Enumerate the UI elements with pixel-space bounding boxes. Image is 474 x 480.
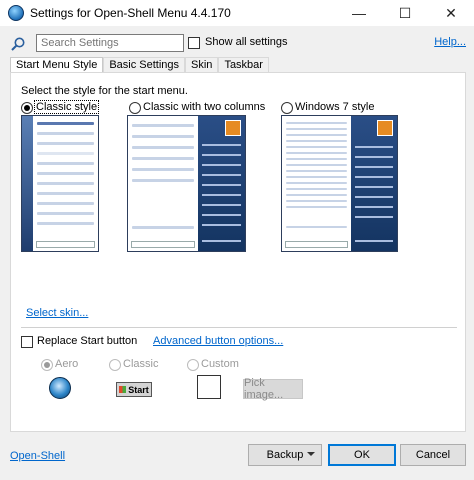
tab-bar: Start Menu Style Basic Settings Skin Tas… — [10, 57, 269, 74]
replace-start-label: Replace Start button — [37, 335, 138, 347]
replace-start-checkbox-box[interactable] — [21, 336, 33, 348]
classic-style-preview[interactable] — [21, 115, 99, 252]
aero-radio[interactable] — [41, 359, 53, 371]
classic-start-text: Start — [128, 384, 149, 395]
windows7-style-label[interactable]: Windows 7 style — [295, 101, 374, 113]
windows7-preview[interactable] — [281, 115, 398, 252]
style-prompt: Select the style for the start menu. — [21, 85, 188, 97]
advanced-button-options-link[interactable]: Advanced button options... — [153, 335, 283, 347]
user-picture — [225, 120, 241, 136]
classic-side-strip — [22, 116, 33, 251]
two-columns-preview[interactable] — [127, 115, 246, 252]
open-shell-link[interactable]: Open-Shell — [10, 450, 65, 462]
classic-style-radio[interactable] — [21, 102, 33, 114]
start-menu-style-panel: Select the style for the start menu. Cla… — [10, 72, 466, 432]
help-link[interactable]: Help... — [434, 36, 466, 48]
show-all-checkbox-box[interactable] — [188, 37, 200, 49]
pick-image-button[interactable]: Pick image... — [243, 377, 303, 401]
chevron-down-icon — [307, 452, 315, 456]
show-all-label: Show all settings — [205, 36, 288, 48]
minimize-button[interactable]: — — [336, 0, 382, 26]
custom-button-radio[interactable] — [187, 359, 199, 371]
select-skin-link[interactable]: Select skin... — [26, 307, 88, 319]
classic-menu-body — [33, 116, 98, 251]
aero-orb-icon — [49, 377, 71, 399]
title-bar: Settings for Open-Shell Menu 4.4.170 — ☐… — [0, 0, 474, 26]
window-title: Settings for Open-Shell Menu 4.4.170 — [30, 6, 231, 20]
classic-button-label: Classic — [123, 358, 159, 370]
backup-button[interactable]: Backup — [248, 444, 322, 466]
aero-label: Aero — [55, 358, 79, 370]
tab-basic-settings[interactable]: Basic Settings — [103, 57, 186, 73]
classic-button-radio[interactable] — [109, 359, 121, 371]
classic-start-button-preview: Start — [116, 382, 152, 397]
classic-style-label[interactable]: Classic style — [33, 100, 100, 114]
search-row: Show all settings Help... — [10, 34, 466, 54]
tab-taskbar[interactable]: Taskbar — [218, 57, 269, 73]
open-shell-icon — [8, 5, 24, 21]
custom-image-preview — [197, 375, 221, 399]
ok-button[interactable]: OK — [328, 444, 396, 466]
cancel-button[interactable]: Cancel — [400, 444, 466, 466]
search-icon — [11, 37, 25, 51]
tab-skin[interactable]: Skin — [185, 57, 219, 73]
user-picture — [377, 120, 393, 136]
window-controls: — ☐ ✕ — [336, 0, 474, 26]
two-columns-radio[interactable] — [129, 102, 141, 114]
backup-label: Backup — [266, 449, 304, 461]
section-divider — [21, 327, 457, 328]
close-button[interactable]: ✕ — [428, 0, 474, 26]
search-input[interactable] — [36, 34, 184, 52]
two-columns-label[interactable]: Classic with two columns — [143, 101, 265, 113]
windows7-style-radio[interactable] — [281, 102, 293, 114]
custom-button-label: Custom — [201, 358, 239, 370]
maximize-button[interactable]: ☐ — [382, 0, 428, 26]
windows-flag-icon — [119, 386, 127, 393]
